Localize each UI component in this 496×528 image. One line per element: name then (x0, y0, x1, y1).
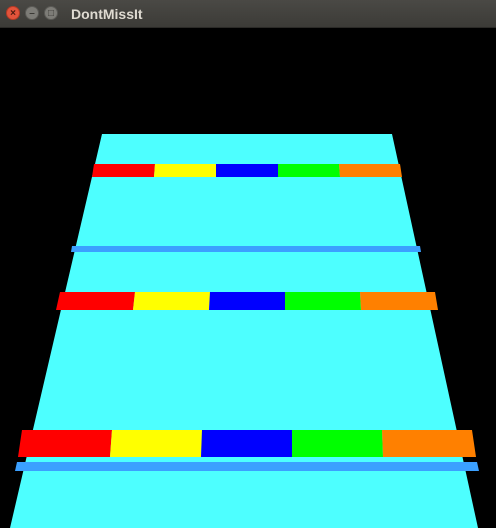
segment-row (56, 292, 438, 310)
blue-segment[interactable] (201, 430, 292, 457)
yellow-segment[interactable] (110, 430, 202, 457)
segment-row (92, 164, 402, 177)
minimize-icon[interactable]: – (25, 6, 39, 20)
green-segment[interactable] (278, 164, 340, 177)
segment-row (18, 430, 476, 457)
blue-segment[interactable] (216, 164, 278, 177)
game-canvas[interactable] (0, 28, 496, 528)
track-divider-line (15, 462, 479, 471)
game-window: × – □ DontMissIt (0, 0, 496, 528)
track-divider-line (71, 246, 421, 252)
blue-segment[interactable] (209, 292, 285, 310)
orange-segment[interactable] (360, 292, 438, 310)
green-segment[interactable] (285, 292, 361, 310)
orange-segment[interactable] (339, 164, 402, 177)
red-segment[interactable] (18, 430, 112, 457)
window-title: DontMissIt (71, 6, 143, 22)
yellow-segment[interactable] (133, 292, 210, 310)
yellow-segment[interactable] (154, 164, 216, 177)
title-bar[interactable]: × – □ DontMissIt (0, 0, 496, 28)
green-segment[interactable] (292, 430, 383, 457)
close-icon[interactable]: × (6, 6, 20, 20)
orange-segment[interactable] (382, 430, 476, 457)
red-segment[interactable] (92, 164, 155, 177)
red-segment[interactable] (56, 292, 135, 310)
maximize-icon[interactable]: □ (44, 6, 58, 20)
